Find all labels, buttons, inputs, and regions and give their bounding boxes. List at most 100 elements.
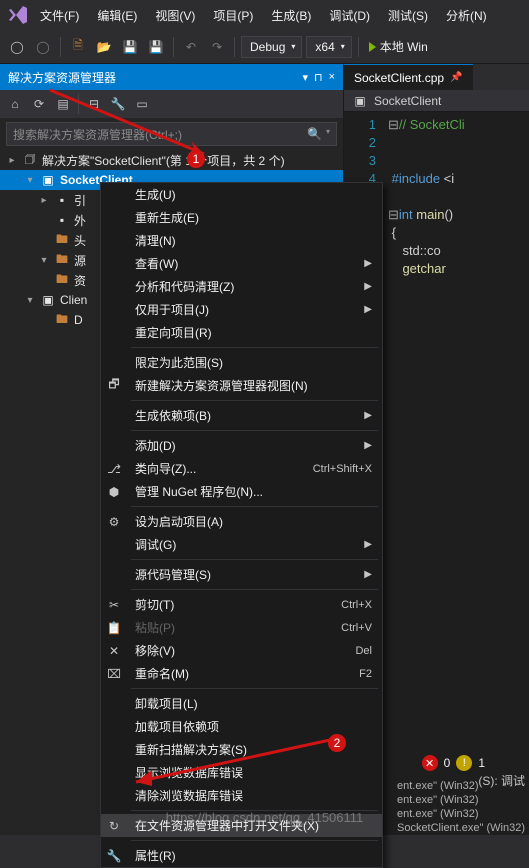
menu-separator bbox=[131, 506, 378, 507]
menu-debug[interactable]: 调试(D) bbox=[321, 3, 378, 28]
menu-shortcut: F2 bbox=[359, 668, 372, 680]
menu-item[interactable]: 🔧属性(R) bbox=[101, 844, 382, 867]
rename-icon: ⌧ bbox=[101, 667, 127, 681]
menu-test[interactable]: 测试(S) bbox=[380, 3, 436, 28]
menu-item[interactable]: 限定为此范围(S) bbox=[101, 351, 382, 374]
preview-icon[interactable]: ▤ bbox=[52, 93, 74, 115]
menu-item[interactable]: 源代码管理(S)▶ bbox=[101, 563, 382, 586]
error-badge[interactable]: ✕ 0 ! 1 bbox=[422, 755, 485, 771]
cut-icon: ✂ bbox=[101, 598, 127, 612]
menu-item[interactable]: 🗗新建解决方案资源管理器视图(N) bbox=[101, 374, 382, 397]
menu-item-label: 卸载项目(L) bbox=[135, 695, 372, 712]
menu-build[interactable]: 生成(B) bbox=[263, 3, 319, 28]
menu-item[interactable]: ✕移除(V)Del bbox=[101, 639, 382, 662]
menu-item-label: 清除浏览数据库错误 bbox=[135, 787, 372, 804]
menu-item[interactable]: 生成(U) bbox=[101, 183, 382, 206]
menu-item-label: 移除(V) bbox=[135, 642, 347, 659]
collapse-icon[interactable]: ⊟ bbox=[83, 93, 105, 115]
menu-edit[interactable]: 编辑(E) bbox=[89, 3, 145, 28]
menu-item[interactable]: 卸载项目(L) bbox=[101, 692, 382, 715]
separator bbox=[358, 37, 359, 57]
solution-search-input[interactable]: 搜索解决方案资源管理器(Ctrl+;) 🔍 ▾ bbox=[6, 122, 337, 146]
warning-count: 1 bbox=[478, 756, 485, 770]
show-all-icon[interactable]: ▭ bbox=[131, 93, 153, 115]
menu-item-label: 显示浏览数据库错误 bbox=[135, 764, 372, 781]
menu-separator bbox=[131, 559, 378, 560]
new-view-icon: 🗗 bbox=[101, 375, 127, 396]
undo-icon[interactable]: ↶ bbox=[180, 36, 202, 58]
back-icon[interactable]: ◯ bbox=[6, 36, 28, 58]
editor-tab[interactable]: SocketClient.cpp 📌 bbox=[344, 64, 473, 90]
watermark: https://blog.csdn.net/qq_41506111 bbox=[166, 810, 364, 825]
close-icon[interactable]: × bbox=[329, 71, 335, 83]
menu-separator bbox=[131, 430, 378, 431]
menu-item: 📋粘贴(P)Ctrl+V bbox=[101, 616, 382, 639]
menu-item[interactable]: 清除浏览数据库错误 bbox=[101, 784, 382, 807]
forward-icon[interactable]: ◯ bbox=[32, 36, 54, 58]
menu-item[interactable]: ⌧重命名(M)F2 bbox=[101, 662, 382, 685]
menu-item[interactable]: ⚙设为启动项目(A) bbox=[101, 510, 382, 533]
open-icon[interactable]: 📂 bbox=[93, 36, 115, 58]
menu-item[interactable]: 调试(G)▶ bbox=[101, 533, 382, 556]
home-icon[interactable]: ⌂ bbox=[4, 93, 26, 115]
menu-separator bbox=[131, 840, 378, 841]
separator bbox=[78, 94, 79, 114]
menu-item[interactable]: 显示浏览数据库错误 bbox=[101, 761, 382, 784]
submenu-arrow-icon: ▶ bbox=[364, 304, 372, 315]
pin-icon[interactable]: ⊓ bbox=[314, 71, 323, 84]
play-icon bbox=[369, 42, 376, 52]
submenu-arrow-icon: ▶ bbox=[364, 440, 372, 451]
menu-item[interactable]: 重定向项目(R) bbox=[101, 321, 382, 344]
dropdown-icon[interactable]: ▾ bbox=[302, 71, 308, 84]
menu-item[interactable]: 分析和代码清理(Z)▶ bbox=[101, 275, 382, 298]
menu-file[interactable]: 文件(F) bbox=[32, 3, 87, 28]
error-count-icon: ✕ bbox=[422, 755, 438, 771]
panel-toolbar: ⌂ ⟳ ▤ ⊟ 🔧 ▭ bbox=[0, 90, 343, 118]
sync-icon[interactable]: ⟳ bbox=[28, 93, 50, 115]
solution-icon: 🗇 bbox=[22, 152, 38, 168]
menu-item[interactable]: 仅用于项目(J)▶ bbox=[101, 298, 382, 321]
expander-icon[interactable]: ▾ bbox=[24, 175, 36, 186]
menu-item[interactable]: ✂剪切(T)Ctrl+X bbox=[101, 593, 382, 616]
menu-item-label: 添加(D) bbox=[135, 437, 356, 454]
menu-item[interactable]: ⎇类向导(Z)...Ctrl+Shift+X bbox=[101, 457, 382, 480]
submenu-arrow-icon: ▶ bbox=[364, 569, 372, 580]
menu-item[interactable]: 生成依赖项(B)▶ bbox=[101, 404, 382, 427]
code-body[interactable]: ⊟// SocketCli #include <i ⊟int main() { … bbox=[382, 112, 529, 835]
properties-icon[interactable]: 🔧 bbox=[107, 93, 129, 115]
menu-item[interactable]: 添加(D) ▶ bbox=[101, 434, 382, 457]
menu-item-label: 生成依赖项(B) bbox=[135, 407, 356, 424]
menu-view[interactable]: 视图(V) bbox=[147, 3, 203, 28]
remove-icon: ✕ bbox=[101, 644, 127, 658]
menu-item[interactable]: ⬢管理 NuGet 程序包(N)... bbox=[101, 480, 382, 503]
menu-analyze[interactable]: 分析(N) bbox=[438, 3, 495, 28]
error-count: 0 bbox=[444, 756, 451, 770]
menu-project[interactable]: 项目(P) bbox=[205, 3, 261, 28]
context-menu[interactable]: 生成(U)重新生成(E)清理(N)查看(W)▶分析和代码清理(Z)▶仅用于项目(… bbox=[100, 182, 383, 868]
config-combo[interactable]: Debug▾ bbox=[241, 36, 302, 58]
solution-node[interactable]: ▸ 🗇 解决方案"SocketClient"(第 1 个项目，共 2 个) bbox=[0, 150, 343, 170]
menu-item-label: 重新生成(E) bbox=[135, 209, 372, 226]
platform-combo[interactable]: x64▾ bbox=[306, 36, 351, 58]
new-project-icon[interactable]: 🗎 bbox=[67, 36, 89, 58]
redo-icon[interactable]: ↷ bbox=[206, 36, 228, 58]
menu-item-label: 生成(U) bbox=[135, 186, 372, 203]
annotation-badge-2: 2 bbox=[328, 734, 346, 752]
breadcrumb[interactable]: ▣ SocketClient bbox=[344, 90, 529, 112]
output-lines: ent.exe" (Win32) ent.exe" (Win32) ent.ex… bbox=[397, 779, 525, 835]
search-dropdown-icon: ▾ bbox=[326, 127, 330, 141]
menu-item[interactable]: 重新生成(E) bbox=[101, 206, 382, 229]
menu-item-label: 查看(W) bbox=[135, 255, 356, 272]
start-debug-button[interactable]: 本地 Win bbox=[365, 38, 432, 55]
menu-item[interactable]: 查看(W)▶ bbox=[101, 252, 382, 275]
save-icon[interactable]: 💾 bbox=[119, 36, 141, 58]
expander-icon[interactable]: ▸ bbox=[6, 155, 18, 166]
pin-icon[interactable]: 📌 bbox=[450, 72, 462, 83]
menu-item[interactable]: 清理(N) bbox=[101, 229, 382, 252]
main-toolbar: ◯ ◯ 🗎 📂 💾 💾 ↶ ↷ Debug▾ x64▾ 本地 Win bbox=[0, 30, 529, 64]
menu-item-label: 限定为此范围(S) bbox=[135, 354, 372, 371]
menu-item-label: 设为启动项目(A) bbox=[135, 513, 372, 530]
search-icon: 🔍 bbox=[307, 127, 322, 141]
project-icon: ▣ bbox=[40, 172, 56, 188]
save-all-icon[interactable]: 💾 bbox=[145, 36, 167, 58]
